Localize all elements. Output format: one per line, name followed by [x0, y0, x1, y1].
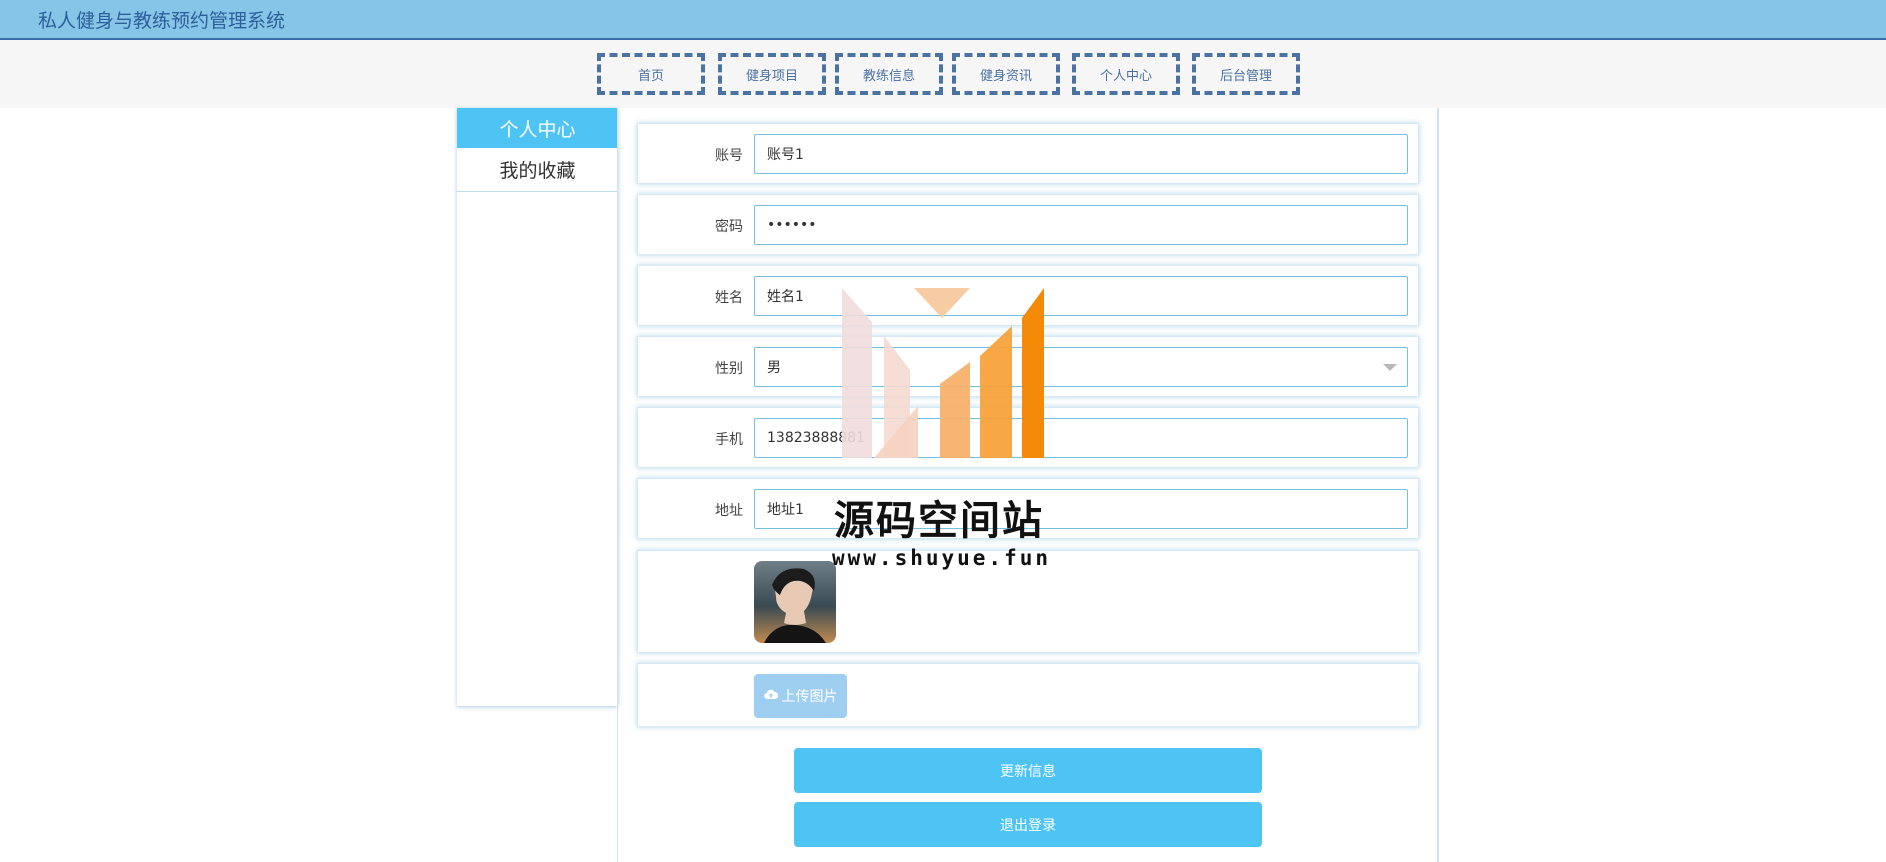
nav-coach-info[interactable]: 教练信息 — [835, 53, 943, 95]
phone-row: 手机 13823888881 — [637, 407, 1419, 468]
phone-input[interactable]: 13823888881 — [754, 418, 1408, 458]
top-header-bar: 私人健身与教练预约管理系统 — [0, 0, 1886, 40]
password-label: 密码 — [715, 219, 743, 235]
nav-fitness-news[interactable]: 健身资讯 — [952, 53, 1060, 95]
update-info-button[interactable]: 更新信息 — [794, 748, 1262, 793]
chevron-down-icon — [1383, 364, 1397, 371]
password-input[interactable]: •••••• — [754, 205, 1408, 245]
phone-label: 手机 — [715, 432, 743, 448]
avatar — [754, 561, 836, 643]
logout-button[interactable]: 退出登录 — [794, 802, 1262, 847]
upload-label: 上传图片 — [781, 689, 838, 705]
watermark-url: www.shuyue.fun — [832, 546, 1052, 570]
nav-personal-center[interactable]: 个人中心 — [1072, 53, 1180, 95]
upload-image-button[interactable]: 上传图片 — [754, 674, 847, 718]
name-label: 姓名 — [715, 290, 743, 306]
account-input[interactable]: 账号1 — [754, 134, 1408, 174]
site-title: 私人健身与教练预约管理系统 — [38, 10, 286, 32]
nav-admin[interactable]: 后台管理 — [1192, 53, 1300, 95]
account-row: 账号 账号1 — [637, 123, 1419, 184]
address-label: 地址 — [715, 503, 743, 519]
nav-home[interactable]: 首页 — [597, 53, 705, 95]
name-input[interactable]: 姓名1 — [754, 276, 1408, 316]
sidebar: 个人中心 我的收藏 — [457, 108, 618, 706]
name-row: 姓名 姓名1 — [637, 265, 1419, 326]
watermark-title: 源码空间站 — [834, 498, 1044, 544]
nav-fitness-projects[interactable]: 健身项目 — [718, 53, 826, 95]
password-row: 密码 •••••• — [637, 194, 1419, 255]
account-label: 账号 — [715, 148, 743, 164]
upload-row: 上传图片 — [637, 663, 1419, 727]
sidebar-item-favorites[interactable]: 我的收藏 — [457, 148, 618, 192]
cloud-upload-icon — [763, 688, 778, 704]
sidebar-item-personal-center[interactable]: 个人中心 — [457, 108, 618, 148]
main-nav: 首页 健身项目 教练信息 健身资讯 个人中心 后台管理 — [0, 40, 1886, 108]
gender-label: 性别 — [715, 361, 743, 377]
gender-select[interactable]: 男 — [754, 347, 1408, 387]
gender-value: 男 — [767, 360, 781, 376]
gender-row: 性别 男 — [637, 336, 1419, 397]
